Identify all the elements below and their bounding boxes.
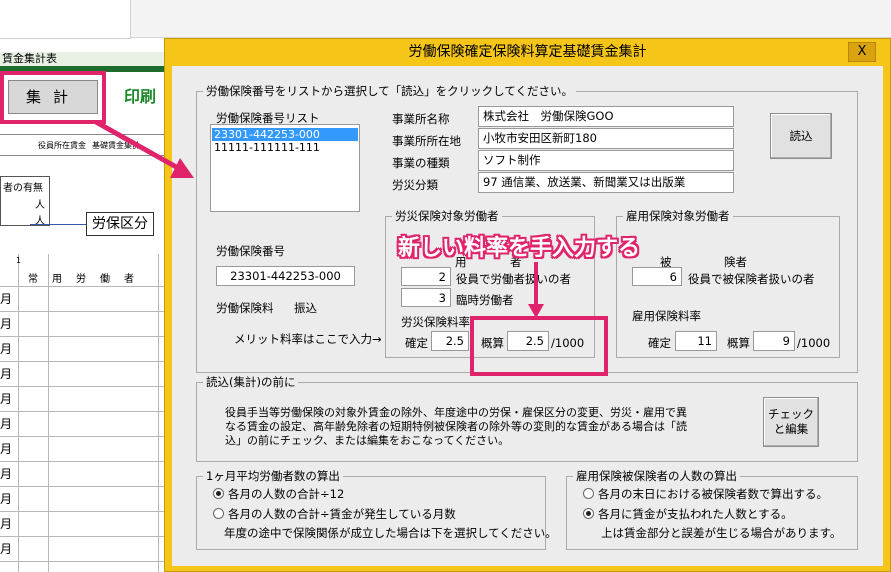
annotation-text: 新しい料率を手入力する	[398, 236, 641, 261]
shukei-arrow	[94, 119, 194, 178]
rate-arrow	[528, 262, 544, 318]
rate-highlight	[470, 316, 608, 376]
shukei-highlight	[0, 71, 106, 124]
annotation-arrows	[94, 119, 544, 318]
